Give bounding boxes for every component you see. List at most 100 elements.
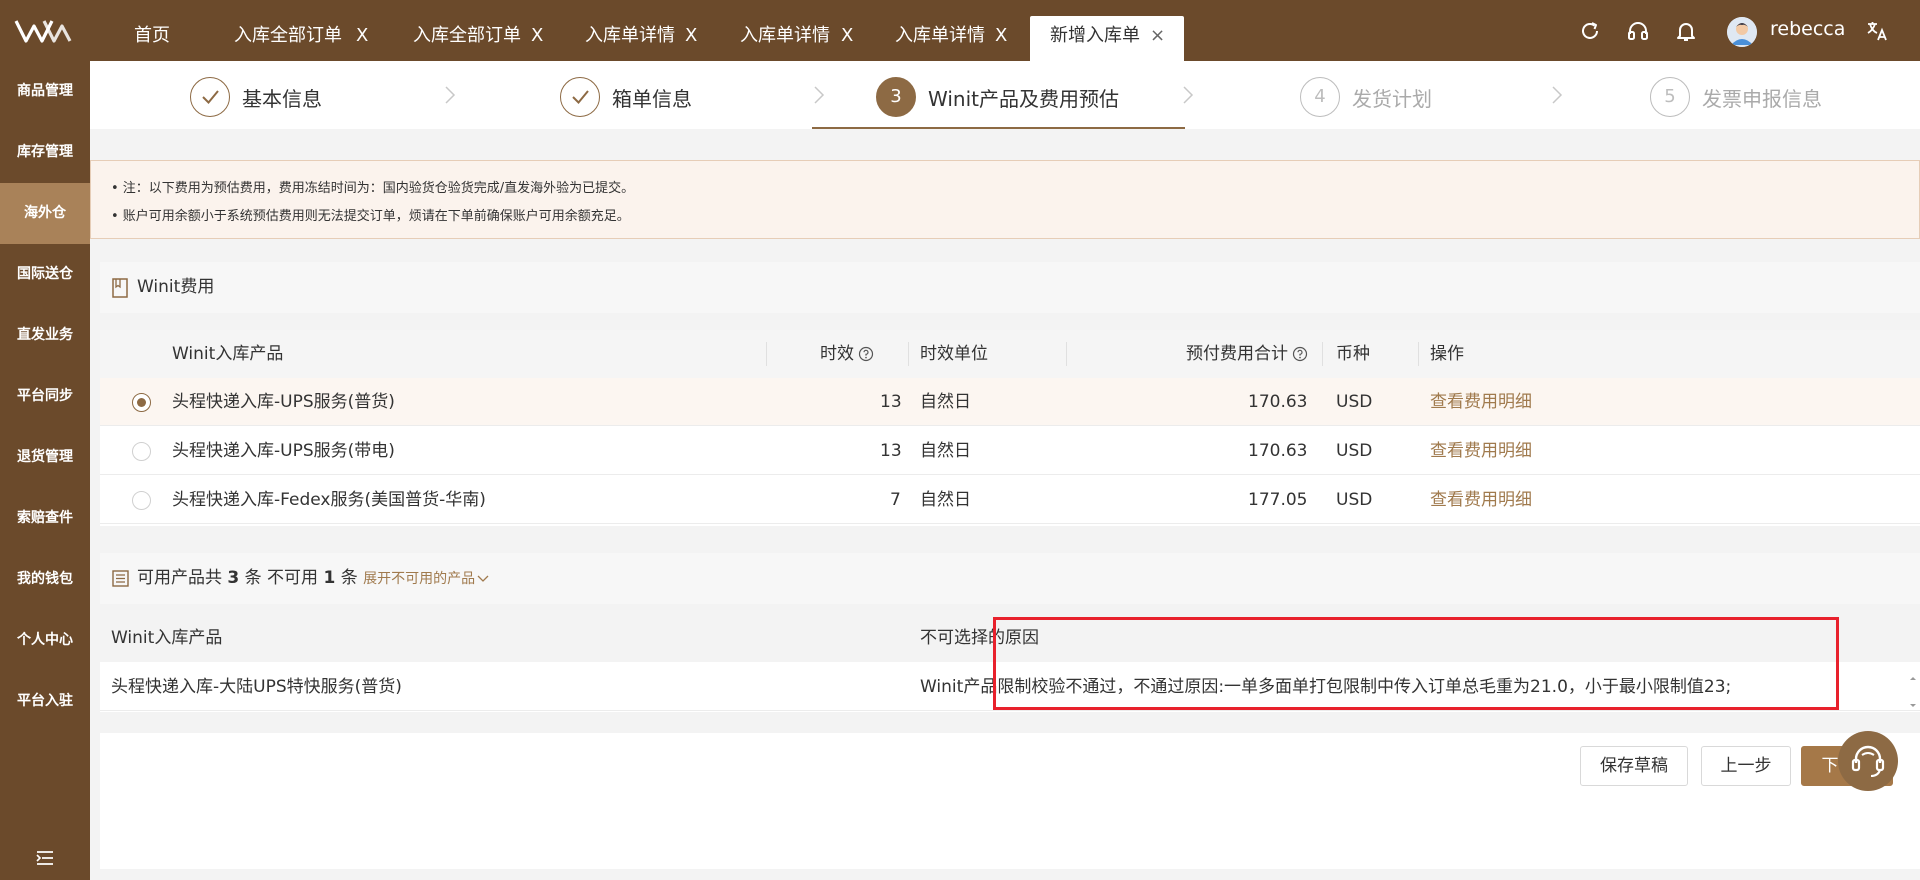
fee-value: 177.05 xyxy=(1248,490,1308,510)
tab-label: 首页 xyxy=(134,25,170,46)
menu-collapse-icon[interactable] xyxy=(36,850,54,866)
tab-label: 入库单详情 xyxy=(585,25,675,46)
top-bar: 首页 入库全部订单 X 入库全部订单 X 入库单详情 X 入库单详情 X 入库单… xyxy=(0,0,1920,61)
tab-inbound-detail-3[interactable]: 入库单详情 X xyxy=(895,16,1035,61)
winit-fee-header: Winit费用 xyxy=(100,262,1920,313)
fee-value: 170.63 xyxy=(1248,392,1308,412)
sidebar-item-claims[interactable]: 索赔查件 xyxy=(0,488,90,549)
sidebar: 商品管理 库存管理 海外仓 国际送仓 直发业务 平台同步 退货管理 索赔查件 我… xyxy=(0,61,90,880)
tab-inbound-all-orders-1[interactable]: 入库全部订单 X xyxy=(234,16,384,61)
tab-home[interactable]: 首页 xyxy=(134,16,214,61)
sidebar-item-platform-sync[interactable]: 平台同步 xyxy=(0,366,90,427)
step-label: 箱单信息 xyxy=(612,87,692,111)
column-divider xyxy=(766,342,767,366)
product-radio[interactable] xyxy=(132,491,151,510)
sidebar-item-inventory[interactable]: 库存管理 xyxy=(0,122,90,183)
currency-value: USD xyxy=(1336,392,1373,412)
col-header-aging-unit: 时效单位 xyxy=(920,344,988,364)
step-label: 发货计划 xyxy=(1352,87,1432,111)
chevron-right-icon xyxy=(814,86,825,104)
sidebar-item-platform-onboarding[interactable]: 平台入驻 xyxy=(0,671,90,732)
aging-value: 7 xyxy=(890,490,901,510)
tab-label: 新增入库单 xyxy=(1050,25,1140,46)
col-header-currency: 币种 xyxy=(1336,344,1370,364)
sidebar-item-overseas-warehouse[interactable]: 海外仓 xyxy=(0,183,90,244)
tab-new-inbound-order[interactable]: 新增入库单 × xyxy=(1030,16,1184,61)
step-number: 4 xyxy=(1300,77,1340,117)
sidebar-item-wallet[interactable]: 我的钱包 xyxy=(0,549,90,610)
sidebar-item-international-delivery[interactable]: 国际送仓 xyxy=(0,244,90,305)
translate-icon[interactable] xyxy=(1865,19,1889,43)
close-icon[interactable]: × xyxy=(1150,16,1165,56)
product-name: 头程快递入库-Fedex服务(美国普货-华南) xyxy=(172,490,486,510)
sidebar-item-products[interactable]: 商品管理 xyxy=(0,61,90,122)
sidebar-item-direct-shipping[interactable]: 直发业务 xyxy=(0,305,90,366)
tab-label: 入库单详情 xyxy=(740,25,830,46)
close-icon[interactable]: X xyxy=(685,16,697,56)
check-icon xyxy=(560,77,600,117)
notice-line: • 账户可用余额小于系统预估费用则无法提交订单，烦请在下单前确保账户可用余额充足… xyxy=(111,209,630,224)
table-header: Winit入库产品 时效 时效单位 预付费用合计 币种 操作 xyxy=(100,330,1920,378)
chevron-down-icon xyxy=(477,575,489,582)
action-bar: 保存草稿 上一步 下一步 xyxy=(100,731,1920,869)
main-content: 基本信息 箱单信息 3 Winit产品及费用预估 4 发货计划 5 发票申报信息… xyxy=(90,61,1920,880)
winit-logo[interactable] xyxy=(14,18,76,44)
product-radio[interactable] xyxy=(132,393,151,412)
availability-summary: 可用产品共 3 条 不可用 1 条 展开不可用的产品 xyxy=(137,553,489,605)
bell-icon[interactable] xyxy=(1674,19,1698,43)
col-header-product: Winit入库产品 xyxy=(172,344,284,364)
section-title: Winit费用 xyxy=(137,277,215,297)
view-fee-detail-link[interactable]: 查看费用明细 xyxy=(1430,378,1532,426)
fee-notice: • 注：以下费用为预估费用，费用冻结时间为：国内验货仓验货完成/直发海外验为已提… xyxy=(90,160,1920,239)
availability-header: 可用产品共 3 条 不可用 1 条 展开不可用的产品 xyxy=(100,553,1920,604)
list-icon xyxy=(112,570,129,587)
username[interactable]: rebecca xyxy=(1770,18,1845,40)
close-icon[interactable]: X xyxy=(995,16,1007,56)
view-fee-detail-link[interactable]: 查看费用明细 xyxy=(1430,427,1532,475)
currency-value: USD xyxy=(1336,490,1373,510)
view-fee-detail-link[interactable]: 查看费用明细 xyxy=(1430,476,1532,524)
column-divider xyxy=(1418,342,1419,366)
close-icon[interactable]: X xyxy=(531,16,543,56)
table-row[interactable]: 头程快递入库-UPS服务(带电) 13 自然日 170.63 USD 查看费用明… xyxy=(100,427,1920,475)
aging-value: 13 xyxy=(880,392,902,412)
sidebar-item-returns[interactable]: 退货管理 xyxy=(0,427,90,488)
tab-inbound-all-orders-2[interactable]: 入库全部订单 X xyxy=(413,16,563,61)
tab-label: 入库全部订单 xyxy=(413,25,521,46)
chevron-right-icon xyxy=(1183,86,1194,104)
winit-product-table: Winit入库产品 时效 时效单位 预付费用合计 币种 操作 头程快递入库-UP… xyxy=(100,330,1920,526)
product-name: 头程快递入库-UPS服务(普货) xyxy=(172,392,395,412)
product-radio[interactable] xyxy=(132,442,151,461)
headset-icon[interactable] xyxy=(1626,19,1650,43)
save-draft-button[interactable]: 保存草稿 xyxy=(1580,746,1688,786)
step-label: 基本信息 xyxy=(242,87,322,111)
aging-unit: 自然日 xyxy=(920,392,971,412)
tab-inbound-detail-1[interactable]: 入库单详情 X xyxy=(585,16,725,61)
table-row[interactable]: 头程快递入库-UPS服务(普货) 13 自然日 170.63 USD 查看费用明… xyxy=(100,378,1920,426)
col-header-product: Winit入库产品 xyxy=(111,628,223,648)
scrollbar[interactable] xyxy=(1908,674,1918,710)
customer-service-button[interactable] xyxy=(1838,731,1898,791)
expand-unavailable-link[interactable]: 展开不可用的产品 xyxy=(363,571,489,587)
chevron-right-icon xyxy=(1552,86,1563,104)
tab-inbound-detail-2[interactable]: 入库单详情 X xyxy=(740,16,880,61)
close-icon[interactable]: X xyxy=(841,16,853,56)
column-divider xyxy=(1322,342,1323,366)
help-icon[interactable] xyxy=(858,346,874,362)
avatar[interactable] xyxy=(1727,17,1757,47)
aging-unit: 自然日 xyxy=(920,441,971,461)
unavailable-count: 1 xyxy=(323,568,336,588)
col-header-action: 操作 xyxy=(1430,344,1464,364)
help-icon[interactable] xyxy=(1292,346,1308,362)
sidebar-item-profile[interactable]: 个人中心 xyxy=(0,610,90,671)
col-header-total-fee: 预付费用合计 xyxy=(1186,330,1308,378)
customer-service-icon xyxy=(1851,745,1885,777)
step-label: 发票申报信息 xyxy=(1702,87,1822,111)
close-icon[interactable]: X xyxy=(356,16,368,56)
available-count: 3 xyxy=(227,568,240,588)
step-number: 5 xyxy=(1650,77,1690,117)
column-divider xyxy=(908,342,909,366)
table-row[interactable]: 头程快递入库-Fedex服务(美国普货-华南) 7 自然日 177.05 USD… xyxy=(100,476,1920,524)
refresh-icon[interactable] xyxy=(1578,19,1602,43)
prev-step-button[interactable]: 上一步 xyxy=(1701,746,1791,786)
